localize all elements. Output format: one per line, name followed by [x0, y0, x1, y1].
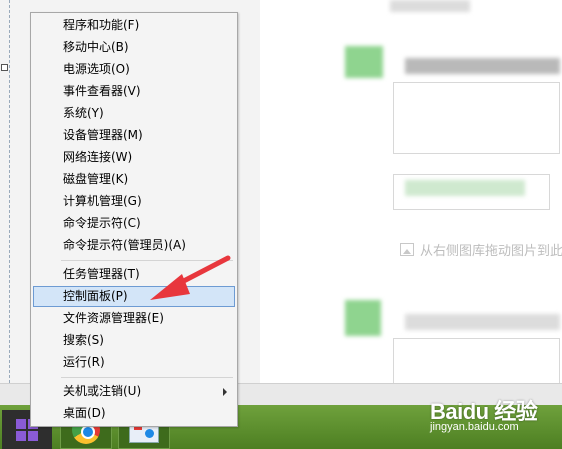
arrow-head [150, 274, 190, 300]
annotation-arrow [150, 255, 231, 300]
